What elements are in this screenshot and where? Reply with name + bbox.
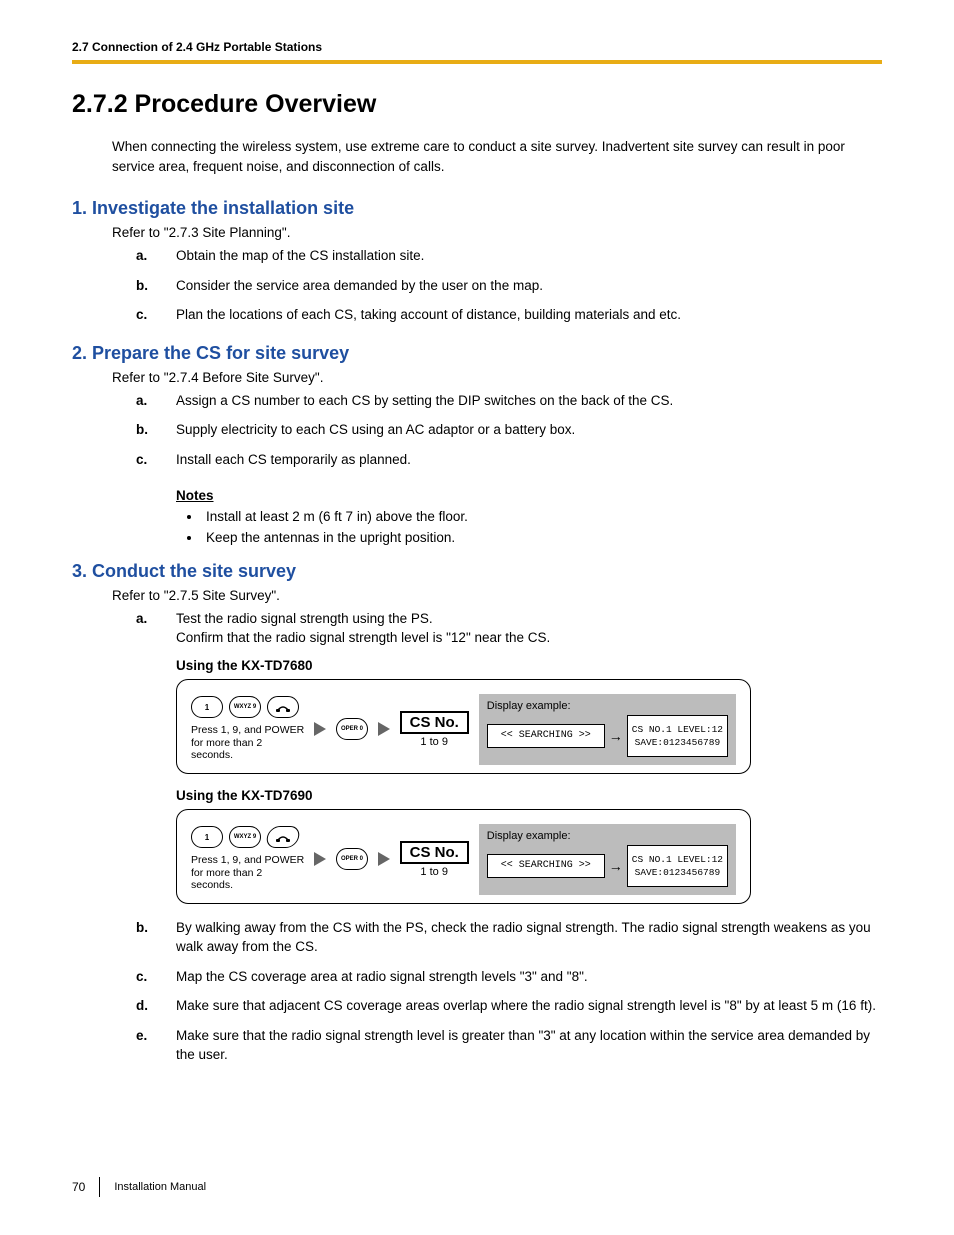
header-rule (72, 60, 882, 64)
subsection-1-list: a.Obtain the map of the CS installation … (136, 246, 882, 325)
page-footer: 70 Installation Manual (72, 1177, 206, 1197)
section-title: 2.7.2 Procedure Overview (72, 90, 882, 119)
subsection-2-refer: Refer to "2.7.4 Before Site Survey". (112, 370, 882, 385)
key-0-icon: OPER 0 (336, 718, 367, 740)
csno-box: CS No. (400, 711, 469, 734)
subsection-1-refer: Refer to "2.7.3 Site Planning". (112, 225, 882, 240)
doc-title: Installation Manual (114, 1181, 206, 1193)
key-0-icon: OPER 0 (336, 848, 367, 870)
display-example: Display example: << SEARCHING >> → CS NO… (479, 824, 736, 895)
intro-paragraph: When connecting the wireless system, use… (112, 137, 882, 176)
list-item: c.Map the CS coverage area at radio sign… (136, 967, 882, 987)
arrow-icon: → (609, 729, 623, 743)
key-1-icon: 1 (191, 696, 223, 718)
key-9-icon: WXYZ 9 (229, 826, 261, 848)
list-item: a.Assign a CS number to each CS by setti… (136, 391, 882, 411)
list-item: b.Supply electricity to each CS using an… (136, 420, 882, 440)
lcd-result: CS NO.1 LEVEL:12 SAVE:0123456789 (627, 715, 728, 757)
arrow-icon (314, 722, 326, 736)
press-note: Press 1, 9, and POWER for more than 2 se… (191, 724, 304, 762)
lcd-searching: << SEARCHING >> (487, 724, 605, 748)
display-label: Display example: (487, 830, 728, 842)
list-item: b.By walking away from the CS with the P… (136, 918, 882, 957)
lcd-result: CS NO.1 LEVEL:12 SAVE:0123456789 (627, 845, 728, 887)
key-9-icon: WXYZ 9 (229, 696, 261, 718)
subsection-3-rest-list: b.By walking away from the CS with the P… (136, 918, 882, 1065)
list-item: Install at least 2 m (6 ft 7 in) above t… (202, 509, 882, 524)
display-label: Display example: (487, 700, 728, 712)
key-1-icon: 1 (191, 826, 223, 848)
csno-range: 1 to 9 (420, 866, 448, 878)
subsection-3-refer: Refer to "2.7.5 Site Survey". (112, 588, 882, 603)
notes-heading: Notes (176, 488, 882, 503)
arrow-icon (378, 852, 390, 866)
page-number: 70 (72, 1180, 85, 1194)
arrow-icon (314, 852, 326, 866)
subsection-3-title: 3. Conduct the site survey (72, 561, 882, 582)
press-note: Press 1, 9, and POWER for more than 2 se… (191, 854, 304, 892)
list-item: e.Make sure that the radio signal streng… (136, 1026, 882, 1065)
list-item: a.Obtain the map of the CS installation … (136, 246, 882, 266)
diagram-kxtd7680: 1 WXYZ 9 Press 1, 9, and POWER for more … (176, 679, 751, 774)
device-2-heading: Using the KX-TD7690 (176, 788, 882, 803)
device-1-heading: Using the KX-TD7680 (176, 658, 882, 673)
subsection-1-title: 1. Investigate the installation site (72, 198, 882, 219)
list-item: Keep the antennas in the upright positio… (202, 530, 882, 545)
csno-range: 1 to 9 (420, 736, 448, 748)
subsection-2-list: a.Assign a CS number to each CS by setti… (136, 391, 882, 470)
notes-list: Install at least 2 m (6 ft 7 in) above t… (202, 509, 882, 545)
arrow-icon: → (609, 859, 623, 873)
list-item: d.Make sure that adjacent CS coverage ar… (136, 996, 882, 1016)
key-power-icon (265, 826, 302, 848)
subsection-2-title: 2. Prepare the CS for site survey (72, 343, 882, 364)
list-item: c.Plan the locations of each CS, taking … (136, 305, 882, 325)
running-head: 2.7 Connection of 2.4 GHz Portable Stati… (72, 40, 882, 54)
lcd-searching: << SEARCHING >> (487, 854, 605, 878)
footer-separator (99, 1177, 100, 1197)
csno-box: CS No. (400, 841, 469, 864)
page: 2.7 Connection of 2.4 GHz Portable Stati… (0, 0, 954, 1235)
subsection-3-list: a. Test the radio signal strength using … (136, 609, 882, 648)
arrow-icon (378, 722, 390, 736)
display-example: Display example: << SEARCHING >> → CS NO… (479, 694, 736, 765)
list-item: b.Consider the service area demanded by … (136, 276, 882, 296)
list-item: c.Install each CS temporarily as planned… (136, 450, 882, 470)
diagram-kxtd7690: 1 WXYZ 9 Press 1, 9, and POWER for more … (176, 809, 751, 904)
list-item: a. Test the radio signal strength using … (136, 609, 882, 648)
key-power-icon (267, 696, 299, 718)
